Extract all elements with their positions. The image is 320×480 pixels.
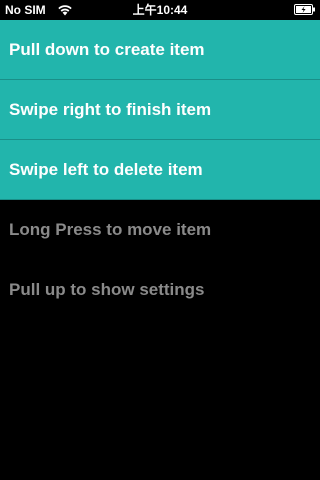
- status-bar: No SIM 上午10:44: [0, 0, 320, 20]
- list-item-swipe-left[interactable]: Swipe left to delete item: [0, 140, 320, 200]
- list-item-pull-down[interactable]: Pull down to create item: [0, 20, 320, 80]
- list-item-label: Pull up to show settings: [9, 280, 205, 299]
- status-time: 上午10:44: [132, 3, 188, 17]
- list-item-long-press[interactable]: Long Press to move item: [0, 200, 320, 260]
- battery-charging-icon: [294, 4, 316, 15]
- list-item-pull-up[interactable]: Pull up to show settings: [0, 260, 320, 320]
- list-item-swipe-right[interactable]: Swipe right to finish item: [0, 80, 320, 140]
- app-screen: No SIM 上午10:44 Pull down to create item …: [0, 0, 320, 480]
- list-item-label: Long Press to move item: [9, 220, 212, 239]
- list-item-label: Pull down to create item: [9, 40, 205, 59]
- list-item-label: Swipe right to finish item: [9, 100, 212, 119]
- hint-list: Pull down to create item Swipe right to …: [0, 20, 320, 320]
- list-item-label: Swipe left to delete item: [9, 160, 203, 179]
